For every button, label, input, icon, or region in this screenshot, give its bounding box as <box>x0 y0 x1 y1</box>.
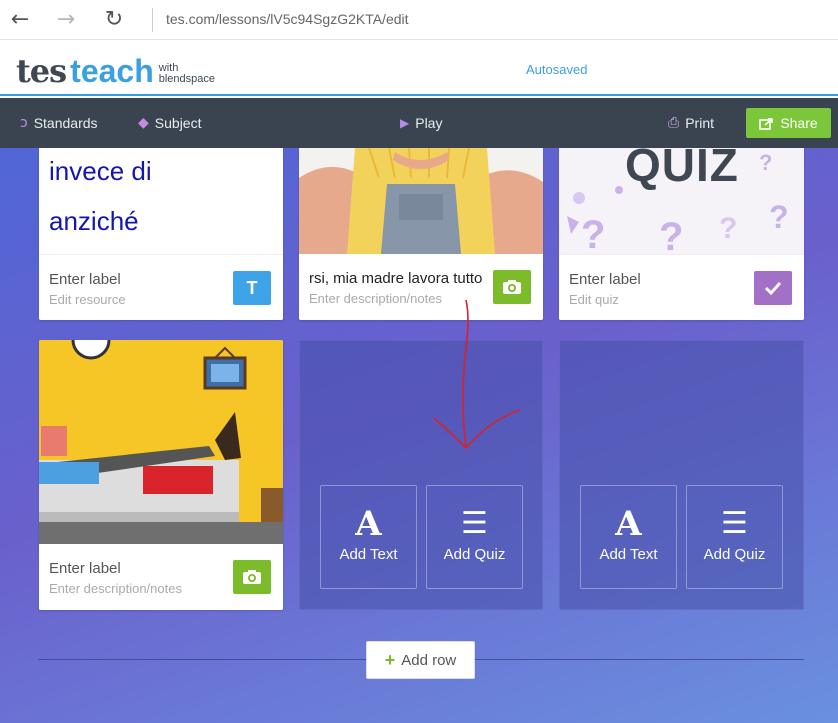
quiz-title: QUIZ <box>625 148 739 191</box>
print-label: Print <box>685 115 714 131</box>
description-input[interactable]: Enter description/notes <box>309 291 442 306</box>
print-button[interactable]: ⎙ Print <box>668 98 714 148</box>
lesson-toolbar: ↄ Standards ◆ Subject ▶ Play ⎙ Print Sha… <box>0 98 838 148</box>
svg-text:?: ? <box>769 199 789 235</box>
add-quiz-label: Add Quiz <box>443 546 506 563</box>
address-bar[interactable]: tes.com/lessons/lV5c94SgzG2KTA/edit <box>166 11 409 27</box>
woman-image <box>299 148 543 254</box>
play-button[interactable]: ▶ Play <box>400 98 442 148</box>
list-icon: ☰ <box>461 506 488 541</box>
empty-slot: A Add Text ☰ Add Quiz <box>559 340 804 610</box>
browser-toolbar: ← → ↻ tes.com/lessons/lV5c94SgzG2KTA/edi… <box>0 0 838 40</box>
letter-a-icon: A <box>355 504 382 544</box>
card-label-input[interactable]: Enter label <box>569 271 641 288</box>
logo-with-blendspace: with blendspace <box>159 63 215 85</box>
card-label-input[interactable]: Enter label <box>49 271 121 288</box>
add-quiz-button[interactable]: ☰ Add Quiz <box>686 485 783 589</box>
play-icon: ▶ <box>400 116 410 130</box>
tag-icon: ◆ <box>138 115 149 131</box>
add-text-label: Add Text <box>339 546 398 563</box>
image-card[interactable]: rsi, mia madre lavora tutto Enter descri… <box>299 148 543 320</box>
quiz-card[interactable]: ? ? ? ? ? QUIZ Enter label Edit quiz <box>559 148 804 320</box>
forward-arrow-icon[interactable]: → <box>52 6 80 34</box>
description-input[interactable]: Enter description/notes <box>49 581 182 596</box>
logo-tes: tes <box>16 52 67 90</box>
logo-teach: teach <box>70 53 154 89</box>
edit-resource-link[interactable]: Edit resource <box>49 292 126 307</box>
text-line-2: anziché <box>49 206 139 236</box>
svg-text:?: ? <box>719 212 737 245</box>
share-button[interactable]: Share <box>746 108 831 138</box>
standards-button[interactable]: ↄ Standards <box>20 98 98 148</box>
add-row-button[interactable]: + Add row <box>366 641 475 679</box>
add-quiz-label: Add Quiz <box>703 546 766 563</box>
svg-text:?: ? <box>581 213 605 254</box>
camera-icon <box>233 560 271 594</box>
empty-slot: A Add Text ☰ Add Quiz <box>299 340 543 610</box>
refresh-icon[interactable]: ↻ <box>100 6 128 34</box>
plus-icon: + <box>384 649 396 670</box>
url-divider <box>152 8 153 32</box>
app-header: tes teach with blendspace Autosaved <box>0 41 838 96</box>
text-line-1: invece di <box>49 156 152 186</box>
card-footer: Enter label Edit resource T <box>39 254 283 320</box>
list-icon: ☰ <box>721 506 748 541</box>
card-footer: rsi, mia madre lavora tutto Enter descri… <box>299 254 543 320</box>
lesson-canvas: invece di anziché Enter label Edit resou… <box>0 148 838 723</box>
check-icon <box>754 271 792 305</box>
add-quiz-button[interactable]: ☰ Add Quiz <box>426 485 523 589</box>
image-card-room[interactable]: Enter label Enter description/notes <box>39 340 283 610</box>
share-label: Share <box>780 115 818 131</box>
add-row-label: Add row <box>401 651 457 669</box>
play-label: Play <box>415 115 443 131</box>
printer-icon: ⎙ <box>668 115 680 131</box>
add-text-label: Add Text <box>599 546 658 563</box>
svg-text:?: ? <box>759 150 772 175</box>
subject-button[interactable]: ◆ Subject <box>138 98 201 148</box>
edit-quiz-link[interactable]: Edit quiz <box>569 292 619 307</box>
text-type-icon: T <box>233 271 271 305</box>
standards-label: Standards <box>33 115 98 131</box>
card-footer: Enter label Edit quiz <box>559 254 804 320</box>
text-card[interactable]: invece di anziché Enter label Edit resou… <box>39 148 283 320</box>
room-illustration <box>39 340 283 544</box>
add-text-button[interactable]: A Add Text <box>320 485 417 589</box>
svg-text:?: ? <box>659 215 683 254</box>
card-footer: Enter label Enter description/notes <box>39 544 283 610</box>
letter-a-icon: A <box>615 504 642 544</box>
standards-icon: ↄ <box>20 115 28 131</box>
share-icon <box>759 117 774 130</box>
card-label-input[interactable]: rsi, mia madre lavora tutto <box>309 270 482 287</box>
card-label-input[interactable]: Enter label <box>49 560 121 577</box>
back-arrow-icon[interactable]: ← <box>6 6 34 34</box>
subject-label: Subject <box>154 115 202 131</box>
logo-blendspace: blendspace <box>158 73 216 85</box>
text-card-content: invece di anziché <box>39 148 283 254</box>
autosave-status: Autosaved <box>526 62 588 77</box>
add-text-button[interactable]: A Add Text <box>580 485 677 589</box>
tes-teach-logo[interactable]: tes teach with blendspace <box>16 49 215 89</box>
quiz-image: ? ? ? ? ? QUIZ <box>559 148 804 254</box>
camera-icon <box>493 270 531 304</box>
